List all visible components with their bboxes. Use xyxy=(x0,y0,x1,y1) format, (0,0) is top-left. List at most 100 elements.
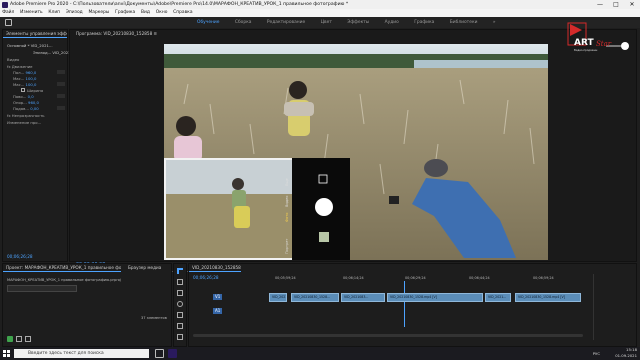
effect-controls-source[interactable]: Основной * VID_2021... xyxy=(7,43,53,49)
antiflicker-row[interactable]: Подав... 0,00 xyxy=(13,106,39,112)
menu-view[interactable]: Вид xyxy=(139,9,152,17)
effect-controls-timecode[interactable]: 00;06;26;28 xyxy=(7,254,33,260)
ruler-tick-3: 00;06;29;24 xyxy=(405,276,426,280)
anchor-label: Опор... xyxy=(13,100,27,105)
effect-controls-panel: Элементы управления эффек Основной * VID… xyxy=(2,29,74,262)
hand-tool-icon[interactable] xyxy=(177,334,183,340)
timeline-clip[interactable]: VID_2021... xyxy=(485,293,511,302)
task-view-icon[interactable] xyxy=(155,349,164,358)
timeline-timecode[interactable]: 00;06;26;28 xyxy=(193,275,219,281)
scale-width-value[interactable]: 100,0 xyxy=(26,82,37,87)
scale-value[interactable]: 100,0 xyxy=(26,76,37,81)
opacity-row[interactable]: fx Непрозрачность xyxy=(7,113,45,119)
clock[interactable]: 15:18 01.09.2021 xyxy=(603,347,637,360)
timeline-clip[interactable]: VID_20210830_1528.mp4 [V] xyxy=(387,293,483,302)
title-bar: Adobe Premiere Pro 2020 - C:\Пользовател… xyxy=(0,0,640,9)
menu-bar: Файл Изменить Клип Эпизод Маркеры График… xyxy=(0,9,640,17)
scale-width-label: Мас... xyxy=(13,82,25,87)
menu-clip[interactable]: Клип xyxy=(46,9,62,17)
language-indicator[interactable]: РУС xyxy=(580,347,600,360)
premiere-taskbar-icon[interactable] xyxy=(168,349,177,358)
close-button[interactable]: ✕ xyxy=(624,0,640,9)
selection-tool-icon[interactable] xyxy=(177,268,183,274)
track-a1-label[interactable]: A1 xyxy=(213,308,223,314)
timeline-sequence-tab[interactable]: VID_20210830_152858 ≡ xyxy=(189,264,241,272)
motion-label: fx Движение xyxy=(7,64,33,69)
icon-view-icon[interactable] xyxy=(16,336,22,342)
windows-start-icon[interactable] xyxy=(3,350,10,357)
timeline-clip[interactable]: VID_2021083... xyxy=(341,293,385,302)
media-browser-tab[interactable]: Браузер медиа xyxy=(125,264,171,272)
keyframe-toggle[interactable] xyxy=(57,94,65,98)
project-search-input[interactable] xyxy=(7,285,77,292)
menu-markers[interactable]: Маркеры xyxy=(86,9,111,17)
project-tab[interactable]: Проект: МАРАФОН_КРЕАТИВ_УРОК_1 правильно… xyxy=(3,264,121,272)
rotation-value[interactable]: 0,0 xyxy=(28,94,34,99)
timeline-scrollbar[interactable] xyxy=(193,334,583,337)
taskbar-search-input[interactable]: Введите здесь текст для поиска xyxy=(14,349,149,358)
track-select-tool-icon[interactable] xyxy=(177,279,183,285)
minimize-button[interactable]: — xyxy=(592,0,608,9)
workspace-tab-editing[interactable]: Редактирование xyxy=(267,17,305,28)
logo-subtitle: Видео-продакшн xyxy=(574,49,598,52)
list-view-icon[interactable] xyxy=(7,336,13,342)
workspace-tab-audio[interactable]: Аудио xyxy=(385,17,399,28)
project-file-name: МАРАФОН_КРЕАТИВ_УРОК_1 правильное фотогр… xyxy=(7,278,121,282)
workspace-tab-libraries[interactable]: Библиотеки xyxy=(450,17,478,28)
antiflicker-value[interactable]: 0,00 xyxy=(30,106,38,111)
ripple-edit-tool-icon[interactable] xyxy=(177,290,183,296)
menu-sequence[interactable]: Эпизод xyxy=(64,9,85,17)
keyframe-toggle[interactable] xyxy=(57,70,65,74)
slip-tool-icon[interactable] xyxy=(177,312,183,318)
menu-graphics[interactable]: Графика xyxy=(113,9,137,17)
program-monitor-title[interactable]: Программа: VID_20210830_152858 ≡ xyxy=(76,30,157,38)
menu-help[interactable]: Справка xyxy=(171,9,195,17)
project-panel: Проект: МАРАФОН_КРЕАТИВ_УРОК_1 правильно… xyxy=(2,263,172,347)
window-title: Adobe Premiere Pro 2020 - C:\Пользовател… xyxy=(10,2,349,7)
section-video-label: Видео xyxy=(7,57,20,62)
keyframe-toggle[interactable] xyxy=(57,106,65,110)
time-remap-row[interactable]: Изменение про... xyxy=(7,120,41,126)
workspace-tab-assembly[interactable]: Сборка xyxy=(235,17,252,28)
workspace-tab-learning[interactable]: Обучение xyxy=(197,17,219,28)
logo-art-text: ART xyxy=(574,38,594,48)
video-frame-image xyxy=(164,44,548,260)
workspace-tab-color[interactable]: Цвет xyxy=(321,17,332,28)
home-icon[interactable] xyxy=(5,19,12,26)
ruler-tick-4: 00;06;44;24 xyxy=(469,276,490,280)
taskbar: Введите здесь текст для поиска РУС 15:18… xyxy=(0,347,640,360)
position-label: Пол... xyxy=(13,70,25,75)
program-video-frame[interactable]: Еще Видео Фото Портрет xyxy=(164,44,548,260)
freeform-view-icon[interactable] xyxy=(25,336,31,342)
workspace-tab-effects[interactable]: Эффекты xyxy=(347,17,369,28)
workspace-tabs: Обучение Сборка Редактирование Цвет Эффе… xyxy=(190,17,503,28)
effect-controls-tab[interactable]: Элементы управления эффек xyxy=(3,30,67,38)
menu-edit[interactable]: Изменить xyxy=(18,9,45,17)
workspace-bar: Обучение Сборка Редактирование Цвет Эффе… xyxy=(0,17,640,28)
antiflicker-label: Подав... xyxy=(13,106,29,111)
keyframe-toggle[interactable] xyxy=(57,82,65,86)
menu-file[interactable]: Файл xyxy=(0,9,17,17)
pen-tool-icon[interactable] xyxy=(177,323,183,329)
timeline-playhead[interactable] xyxy=(404,281,405,327)
timeline-panel: VID_20210830_152858 ≡ 00;06;26;28 00;05;… xyxy=(188,263,637,347)
timeline-clip[interactable]: VID_20210830_1528... xyxy=(291,293,339,302)
anchor-value[interactable]: 960,0 xyxy=(28,100,39,105)
scale-label: Мас... xyxy=(13,76,25,81)
position-value[interactable]: 960,0 xyxy=(25,70,36,75)
timeline-clip[interactable]: VID_2021... xyxy=(269,293,287,302)
maximize-button[interactable]: □ xyxy=(608,0,624,9)
workspace-more-button[interactable]: » xyxy=(493,17,496,28)
artstar-logo: ART Star Видео-продакшн xyxy=(566,20,634,56)
ruler-tick-2: 00;06;14;24 xyxy=(343,276,364,280)
logo-star-text: Star xyxy=(596,40,612,48)
workspace-tab-graphics[interactable]: Графика xyxy=(414,17,434,28)
menu-window[interactable]: Окно xyxy=(154,9,170,17)
timeline-clip[interactable]: VID_20210830_1528.mp4 [V] xyxy=(515,293,581,302)
phone-mode-photo: Фото xyxy=(285,212,289,222)
uniform-scale-checkbox[interactable] xyxy=(21,88,25,92)
rotation-label: Пово... xyxy=(13,94,27,99)
razor-tool-icon[interactable] xyxy=(177,301,183,307)
uniform-scale-label: Ширина xyxy=(27,88,44,93)
track-v1-label[interactable]: V1 xyxy=(213,294,223,300)
